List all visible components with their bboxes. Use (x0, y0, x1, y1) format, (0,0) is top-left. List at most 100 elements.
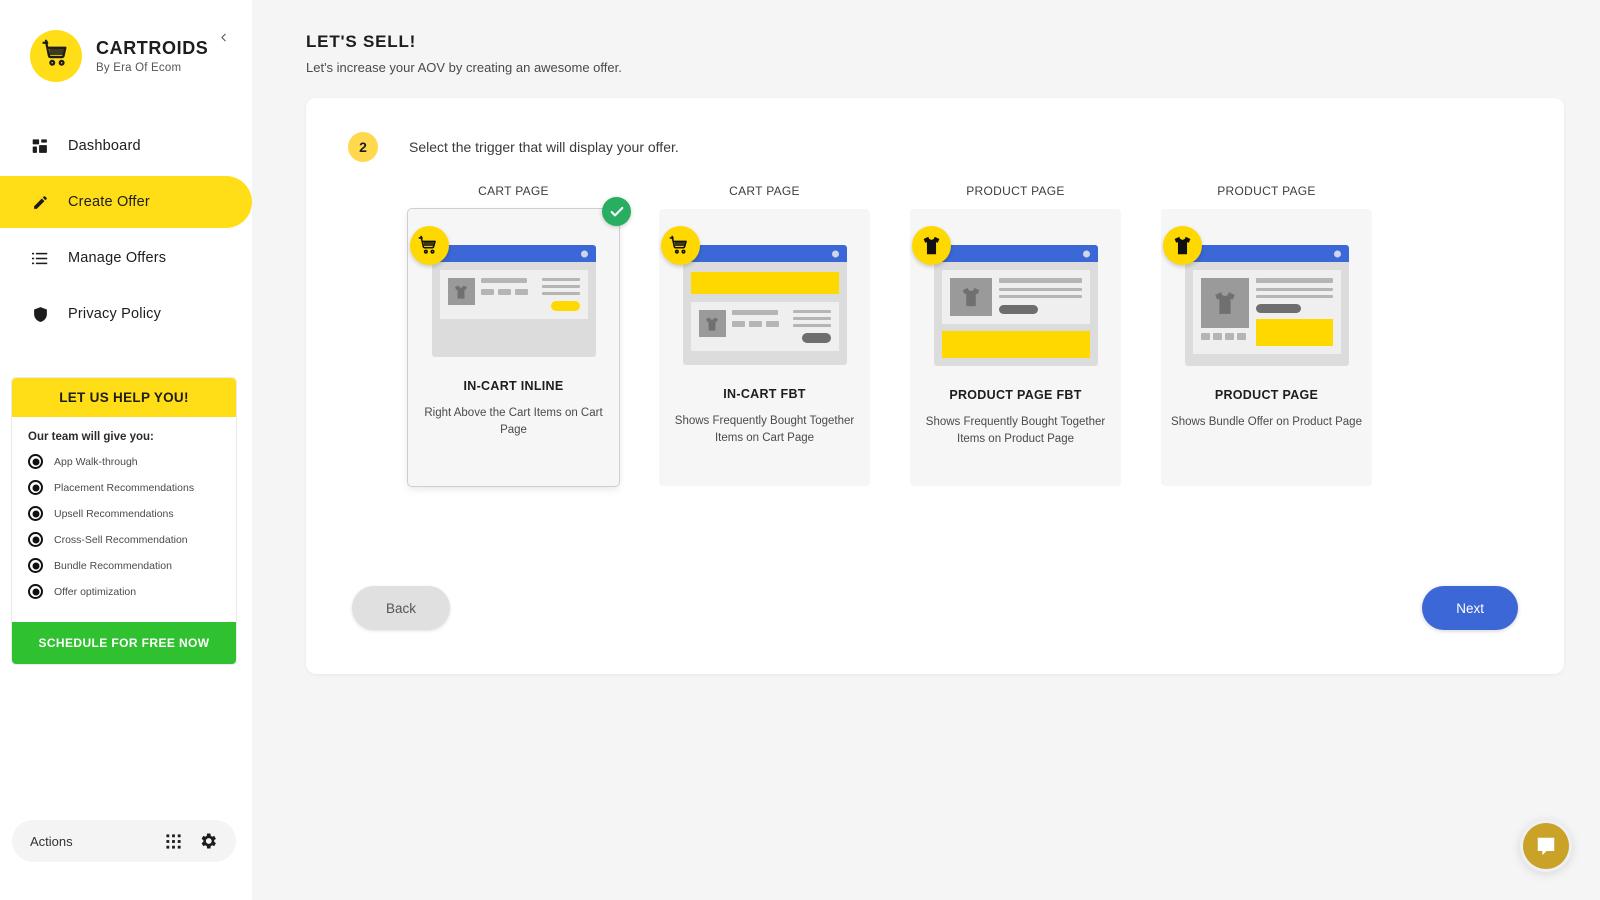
trigger-name: PRODUCT PAGE FBT (949, 388, 1082, 402)
panel-footer: Back Next (306, 586, 1564, 630)
trigger-name: IN-CART INLINE (463, 379, 564, 393)
mockup-window-dot (1082, 250, 1090, 257)
trigger-page-label: CART PAGE (729, 184, 800, 198)
trigger-page-label: PRODUCT PAGE (966, 184, 1065, 198)
sidebar-nav: Dashboard Create Offer Manage Offers Pri… (0, 120, 252, 340)
trigger-page-label: PRODUCT PAGE (1217, 184, 1316, 198)
mockup-thumb-row (1200, 333, 1249, 340)
next-button[interactable]: Next (1422, 586, 1518, 630)
mockup-offer-banner (690, 272, 839, 294)
list-item-label: Bundle Recommendation (54, 559, 172, 572)
trigger-card-product-page-fbt[interactable]: PRODUCT PAGE FBT Shows Frequently Bought… (910, 209, 1121, 486)
mockup-chip (731, 321, 745, 327)
brand-logo (30, 30, 82, 82)
list-item-label: Placement Recommendations (54, 481, 195, 494)
back-button[interactable]: Back (352, 586, 451, 630)
mockup-product-thumb (698, 310, 726, 337)
sidebar-item-label: Manage Offers (68, 250, 167, 266)
mockup-spacer (440, 319, 588, 349)
mockup-row (1200, 278, 1333, 346)
mockup-text-lines (480, 278, 542, 295)
sidebar-item-privacy-policy[interactable]: Privacy Policy (0, 288, 252, 340)
mockup-row (447, 278, 580, 311)
mockup-row (949, 278, 1082, 316)
list-item: Offer optimization (28, 584, 236, 599)
mockup-text-lines (998, 278, 1082, 314)
radio-filled-icon (28, 506, 43, 521)
sidebar-item-dashboard[interactable]: Dashboard (0, 120, 252, 172)
mockup-chip (480, 289, 494, 295)
sidebar-item-label: Dashboard (68, 138, 141, 154)
mockup-spacer (691, 351, 839, 357)
mockup-side-lines (541, 278, 580, 311)
sidebar-collapse-button[interactable] (212, 28, 234, 50)
trigger-card-wrapper: PRODUCT PAGE (890, 184, 1141, 486)
mockup-browser-bar (431, 245, 596, 262)
radio-filled-icon (28, 480, 43, 495)
trigger-cards-row: CART PAGE IN-CART INLINE Right Above the… (306, 162, 1564, 486)
shopping-cart-icon (41, 39, 71, 74)
trigger-card-in-cart-fbt[interactable]: IN-CART FBT Shows Frequently Bought Toge… (659, 209, 870, 486)
trigger-card-wrapper: PRODUCT PAGE (1141, 184, 1392, 486)
shield-icon (32, 306, 54, 323)
trigger-card-product-page[interactable]: PRODUCT PAGE Shows Bundle Offer on Produ… (1161, 209, 1372, 486)
help-benefit-list: App Walk-through Placement Recommendatio… (28, 454, 236, 599)
mockup-thumb (1236, 333, 1246, 340)
step-row: 2 Select the trigger that will display y… (306, 98, 1564, 162)
schedule-for-free-button[interactable]: SCHEDULE FOR FREE NOW (12, 622, 236, 664)
list-item: Cross-Sell Recommendation (28, 532, 236, 547)
sidebar-item-manage-offers[interactable]: Manage Offers (0, 232, 252, 284)
shopping-cart-icon (409, 226, 449, 265)
mockup-cta-button (1255, 304, 1301, 313)
step-instruction: Select the trigger that will display you… (409, 139, 679, 155)
mockup-line (1255, 288, 1333, 291)
trigger-description: Shows Frequently Bought Together Items o… (925, 416, 1106, 445)
trigger-description: Shows Frequently Bought Together Items o… (674, 415, 855, 444)
brand-text: CARTROIDS By Era Of Ecom (96, 38, 208, 74)
gear-icon[interactable] (198, 831, 218, 851)
tshirt-icon (1214, 292, 1235, 314)
mockup-browser-bar (682, 245, 847, 262)
trigger-card-wrapper: CART PAGE (388, 184, 639, 486)
tshirt-icon (706, 316, 718, 331)
main-content: LET'S SELL! Let's increase your AOV by c… (252, 0, 1600, 900)
brand-subtitle: By Era Of Ecom (96, 62, 182, 74)
list-item-label: Cross-Sell Recommendation (54, 533, 188, 546)
mockup-thumb (1212, 333, 1222, 340)
list-item: Bundle Recommendation (28, 558, 236, 573)
mockup-in-cart-inline (409, 226, 596, 357)
trigger-card-wrapper: CART PAGE (639, 184, 890, 486)
mockup-line (792, 317, 831, 320)
mockup-line (541, 285, 580, 288)
page-title: LET'S SELL! (306, 32, 417, 51)
mockup-product-thumb (949, 278, 992, 316)
mockup-product-thumb (447, 278, 475, 305)
mockup-body (431, 262, 596, 357)
mockup-chip (514, 289, 528, 295)
list-item: App Walk-through (28, 454, 236, 469)
mockup-chip-row (731, 321, 793, 327)
list-item: Placement Recommendations (28, 480, 236, 495)
trigger-page-label: CART PAGE (478, 184, 549, 198)
mockup-side-lines (792, 310, 831, 343)
mockup-chip (497, 289, 511, 295)
trigger-description: Right Above the Cart Items on Cart Page (424, 407, 603, 436)
sidebar-item-create-offer[interactable]: Create Offer (0, 176, 252, 228)
mockup-chip (748, 321, 762, 327)
trigger-card-in-cart-inline[interactable]: IN-CART INLINE Right Above the Cart Item… (408, 197, 631, 486)
apps-grid-icon[interactable] (165, 833, 182, 850)
actions-bar[interactable]: Actions (12, 820, 236, 862)
mockup-offer-block (439, 270, 588, 319)
radio-filled-icon (28, 454, 43, 469)
tshirt-icon (1162, 226, 1202, 265)
chat-launcher-button[interactable] (1520, 820, 1572, 872)
mockup-cart-block (690, 302, 839, 351)
mockup-line (1255, 278, 1333, 283)
mockup-text-lines (1255, 278, 1333, 346)
mockup-line (998, 288, 1082, 291)
mockup-text-lines (731, 310, 793, 327)
mockup-window-dot (1333, 250, 1341, 257)
radio-filled-icon (28, 584, 43, 599)
tshirt-icon (455, 284, 467, 299)
trigger-name: PRODUCT PAGE (1214, 388, 1319, 402)
